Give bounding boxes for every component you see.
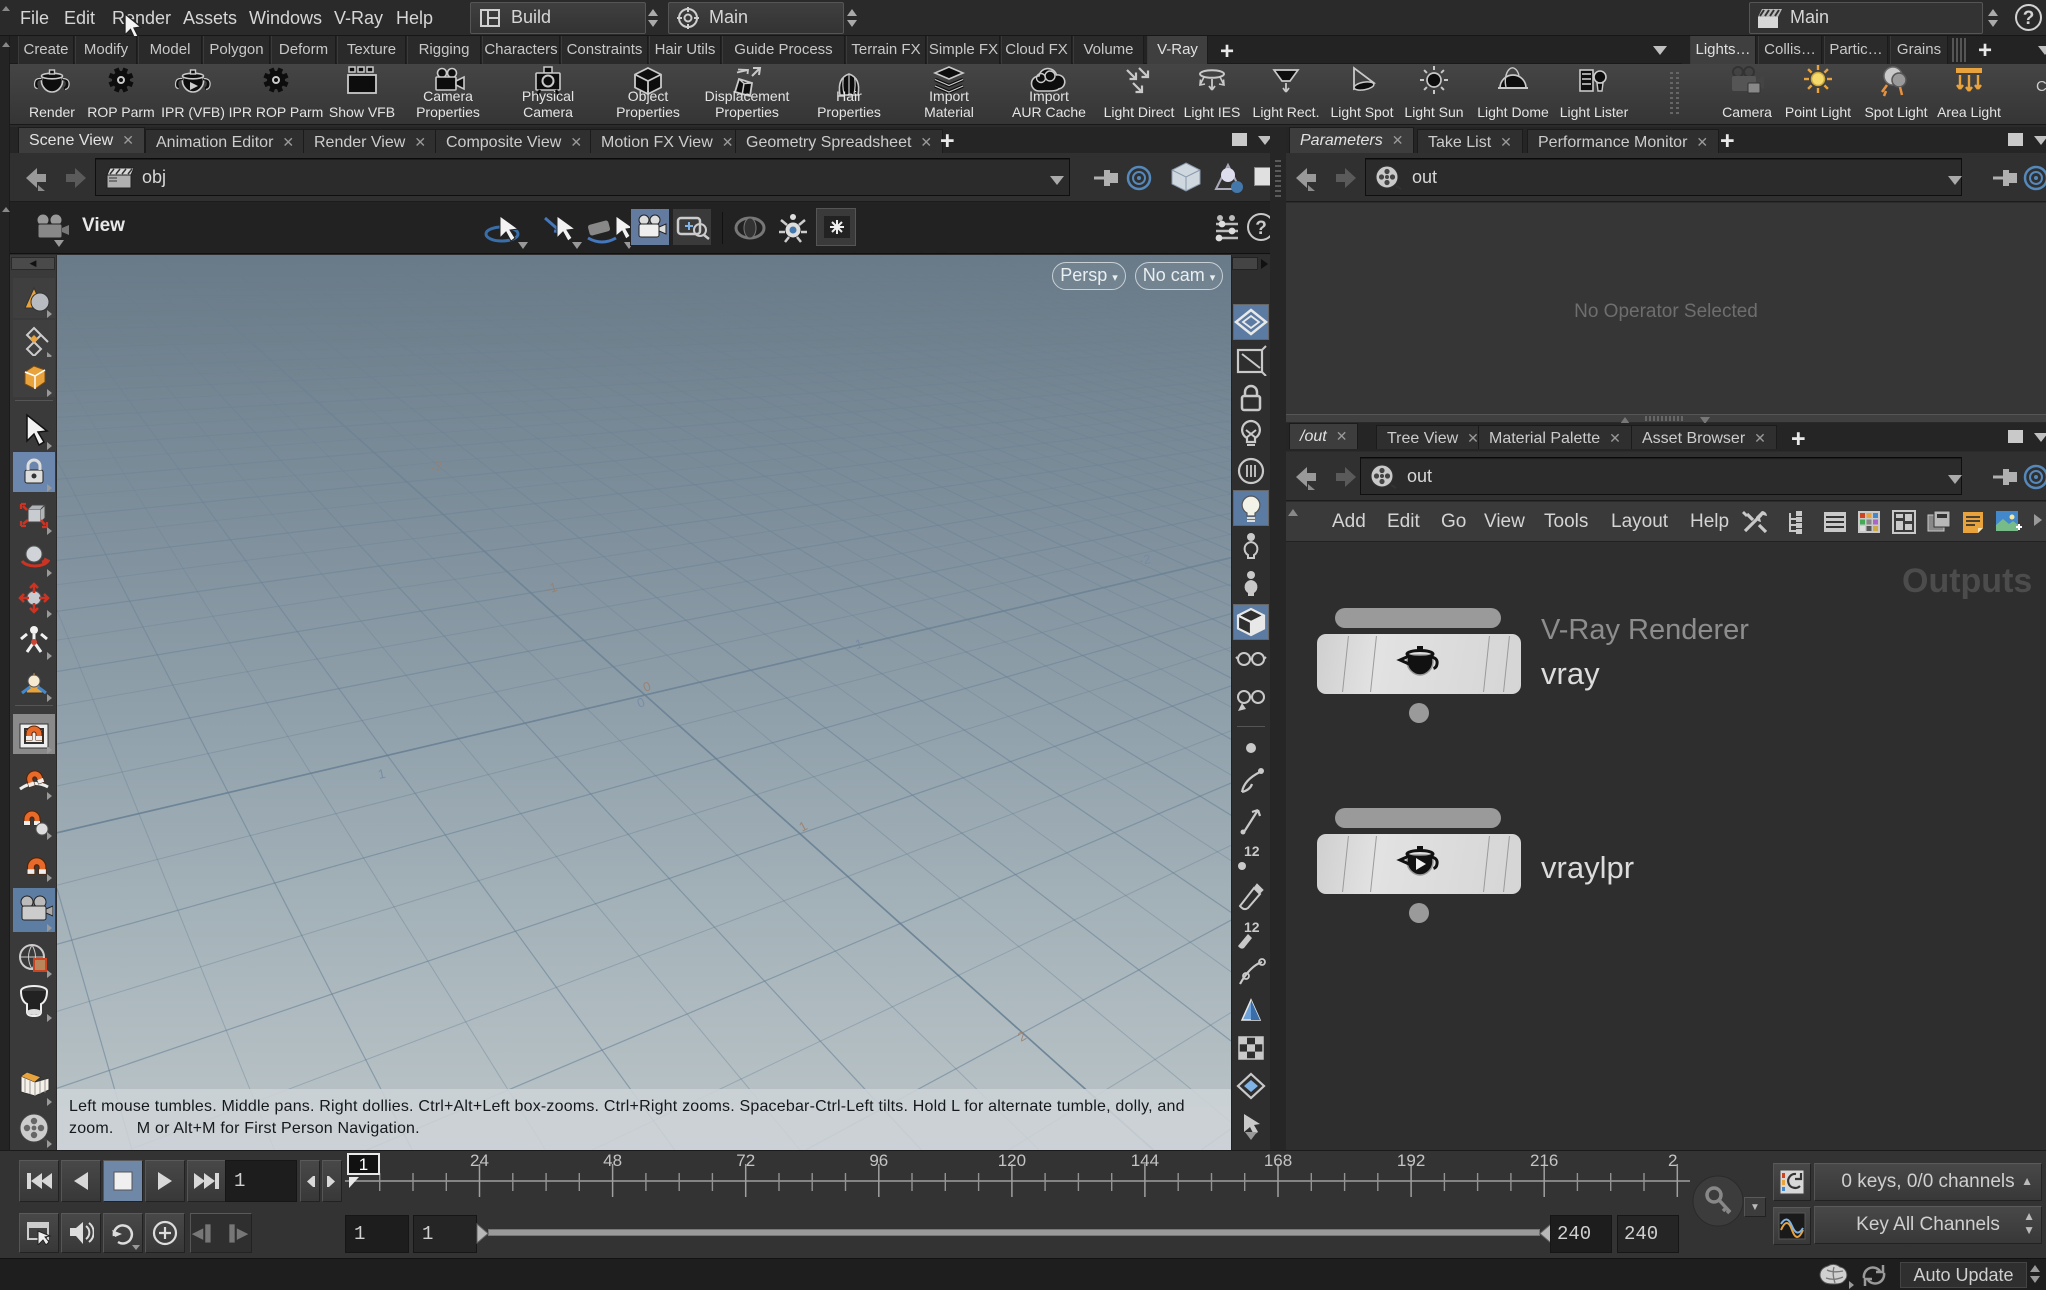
svg-text:48: 48	[603, 1151, 622, 1170]
svg-text:192: 192	[1397, 1151, 1425, 1170]
svg-text:24: 24	[470, 1151, 489, 1170]
svg-text:72: 72	[736, 1151, 755, 1170]
svg-text:144: 144	[1131, 1151, 1159, 1170]
svg-text:96: 96	[869, 1151, 888, 1170]
svg-text:120: 120	[998, 1151, 1026, 1170]
svg-text:12: 12	[1244, 919, 1260, 935]
svg-text:216: 216	[1530, 1151, 1558, 1170]
svg-text:12: 12	[1244, 843, 1260, 859]
svg-text:168: 168	[1264, 1151, 1292, 1170]
svg-text:2: 2	[1668, 1151, 1677, 1170]
